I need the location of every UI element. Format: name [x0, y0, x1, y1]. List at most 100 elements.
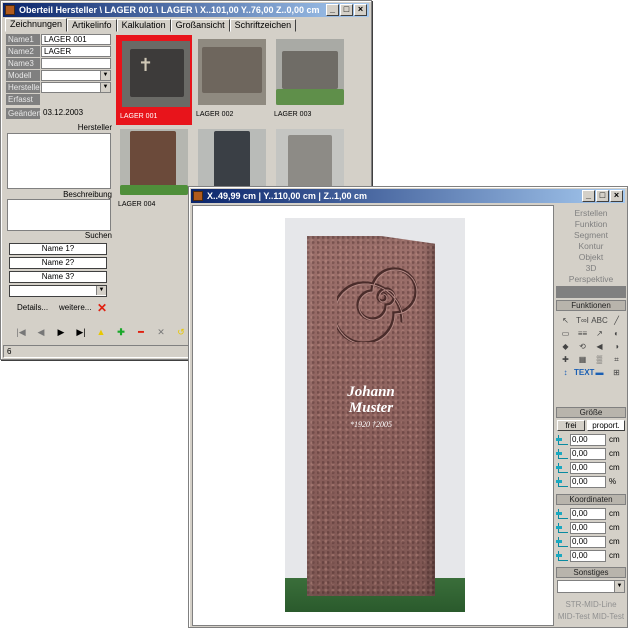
- erfasst-value: [41, 94, 111, 105]
- beschreibung-header: Beschreibung: [63, 190, 112, 199]
- weitere-button[interactable]: weitere...: [59, 303, 91, 312]
- search-name1-button[interactable]: Name 1?: [9, 243, 107, 255]
- window-title-bar[interactable]: Oberteil Hersteller \ LAGER 001 \ LAGER …: [3, 3, 369, 17]
- bar-tool-icon[interactable]: ▬: [591, 366, 608, 379]
- text-style-tool-icon[interactable]: TEXT: [574, 366, 594, 379]
- pattern-tool-icon[interactable]: ▒: [591, 353, 608, 366]
- menu-funktion[interactable]: Funktion: [555, 219, 627, 229]
- groesse-input[interactable]: 0,00: [570, 476, 606, 488]
- modell-select[interactable]: ▼: [41, 70, 111, 81]
- align-tool-icon[interactable]: ≡≡: [574, 327, 591, 340]
- groesse-input[interactable]: 0,00: [570, 434, 606, 446]
- beschreibung-textarea[interactable]: [7, 199, 111, 231]
- chevron-down-icon[interactable]: ▼: [614, 581, 624, 592]
- details-button[interactable]: Details...: [17, 303, 48, 312]
- up-arrow-icon[interactable]: ▲: [91, 327, 111, 337]
- rotate-tool-icon[interactable]: ⟲: [574, 340, 591, 353]
- thumbnail-lager-003[interactable]: LAGER 003: [272, 35, 348, 125]
- inscription-dates[interactable]: *1920 †2005: [307, 420, 435, 429]
- tab-kalkulation[interactable]: Kalkulation: [116, 19, 171, 32]
- tab-frei[interactable]: frei: [557, 420, 585, 431]
- text-tool-icon[interactable]: T∞I: [574, 314, 591, 327]
- thumbnail-lager-004[interactable]: LAGER 004: [116, 125, 192, 215]
- inscription-first-name[interactable]: Johann: [307, 384, 435, 401]
- koordinaten-input[interactable]: 0,00: [570, 508, 606, 520]
- chevron-down-icon[interactable]: ▼: [100, 71, 110, 80]
- menu-segment[interactable]: Segment: [555, 230, 627, 240]
- abc-tool-icon[interactable]: ABC: [591, 314, 608, 327]
- tab-bar: Zeichnungen Artikelinfo Kalkulation Groß…: [5, 18, 297, 32]
- frame-tool-icon[interactable]: ⊞: [608, 366, 625, 379]
- hersteller-textarea[interactable]: [7, 133, 111, 189]
- design-canvas[interactable]: Johann Muster *1920 †2005: [192, 205, 554, 626]
- next-record-icon[interactable]: ▶: [51, 327, 71, 338]
- first-record-icon[interactable]: |◀: [11, 327, 31, 338]
- z-icon: [556, 537, 568, 547]
- delete-record-icon[interactable]: ━: [131, 327, 151, 338]
- minimize-button[interactable]: _: [326, 4, 339, 16]
- name1-input[interactable]: LAGER 001: [41, 34, 111, 45]
- koordinaten-header: Koordinaten: [556, 494, 626, 505]
- name3-input[interactable]: [41, 58, 111, 69]
- article-fields-panel: Name1 LAGER 001 Name2 LAGER Name3 Modell…: [5, 32, 112, 322]
- menu-kontur[interactable]: Kontur: [555, 241, 627, 251]
- chevron-down-icon[interactable]: ▼: [100, 83, 110, 92]
- grass-shape: [276, 89, 344, 105]
- field-row-erfasst: Erfasst: [5, 94, 111, 105]
- cross-tool-icon[interactable]: ✚: [557, 353, 574, 366]
- delete-icon[interactable]: ✕: [97, 301, 107, 315]
- menu-3d[interactable]: 3D: [555, 263, 627, 273]
- thumbnail-lager-002[interactable]: LAGER 002: [194, 35, 270, 125]
- shade-tool-icon[interactable]: ◐: [608, 327, 625, 340]
- minimize-button[interactable]: _: [582, 190, 595, 202]
- rect-tool-icon[interactable]: ▭: [557, 327, 574, 340]
- select-tool-icon[interactable]: ↖: [557, 314, 574, 327]
- tab-proport[interactable]: proport.: [587, 420, 625, 431]
- menu-objekt[interactable]: Objekt: [555, 252, 627, 262]
- close-button[interactable]: ×: [610, 190, 623, 202]
- mirror-tool-icon[interactable]: ◀: [591, 340, 608, 353]
- cancel-icon[interactable]: ✕: [151, 327, 171, 338]
- line-tool-icon[interactable]: ╱: [608, 314, 625, 327]
- koordinaten-row: 0,00 cm: [556, 550, 625, 562]
- menu-erstellen[interactable]: Erstellen: [555, 208, 627, 218]
- hersteller-select[interactable]: ▼: [41, 82, 111, 93]
- search-select[interactable]: ▼: [9, 285, 107, 297]
- koordinaten-input[interactable]: 0,00: [570, 522, 606, 534]
- name2-input[interactable]: LAGER: [41, 46, 111, 57]
- add-record-icon[interactable]: ✚: [111, 327, 131, 338]
- tab-zeichnungen[interactable]: Zeichnungen: [5, 18, 68, 32]
- chevron-down-icon[interactable]: ▼: [96, 286, 106, 295]
- field-row-name2: Name2 LAGER: [5, 46, 111, 57]
- maximize-button[interactable]: □: [340, 4, 353, 16]
- app-icon: [193, 191, 203, 201]
- cross-icon: ✝: [138, 55, 154, 75]
- sonstiges-select[interactable]: ▼: [557, 580, 625, 593]
- tab-grossansicht[interactable]: Großansicht: [170, 19, 230, 32]
- field-label: Name2: [6, 46, 40, 57]
- close-button[interactable]: ×: [354, 4, 367, 16]
- search-name3-button[interactable]: Name 3?: [9, 271, 107, 283]
- groesse-row: 0,00 cm: [556, 434, 625, 446]
- vertical-tool-icon[interactable]: ↕: [557, 366, 574, 379]
- move-tool-icon[interactable]: ↗: [591, 327, 608, 340]
- menu-perspektive[interactable]: Perspektive: [555, 274, 627, 284]
- groesse-input[interactable]: 0,00: [570, 462, 606, 474]
- maximize-button[interactable]: □: [596, 190, 609, 202]
- hash-tool-icon[interactable]: ⌗: [608, 353, 625, 366]
- tab-artikelinfo[interactable]: Artikelinfo: [67, 19, 117, 32]
- last-record-icon[interactable]: ▶|: [71, 327, 91, 338]
- inscription-last-name[interactable]: Muster: [307, 400, 435, 417]
- koordinaten-input[interactable]: 0,00: [570, 536, 606, 548]
- previous-record-icon[interactable]: ◀: [31, 327, 51, 338]
- search-name2-button[interactable]: Name 2?: [9, 257, 107, 269]
- grid-tool-icon[interactable]: ▦: [574, 353, 591, 366]
- thumbnail-lager-001[interactable]: ✝ LAGER 001: [116, 35, 192, 125]
- diamond-tool-icon[interactable]: ◆: [557, 340, 574, 353]
- tab-schriftzeichen[interactable]: Schriftzeichen: [229, 19, 297, 32]
- headstone[interactable]: Johann Muster *1920 †2005: [307, 236, 435, 596]
- groesse-input[interactable]: 0,00: [570, 448, 606, 460]
- koordinaten-input[interactable]: 0,00: [570, 550, 606, 562]
- window-title-bar[interactable]: X..49,99 cm | Y..110,00 cm | Z..1,00 cm …: [191, 189, 625, 203]
- halfcircle-tool-icon[interactable]: ◑: [608, 340, 625, 353]
